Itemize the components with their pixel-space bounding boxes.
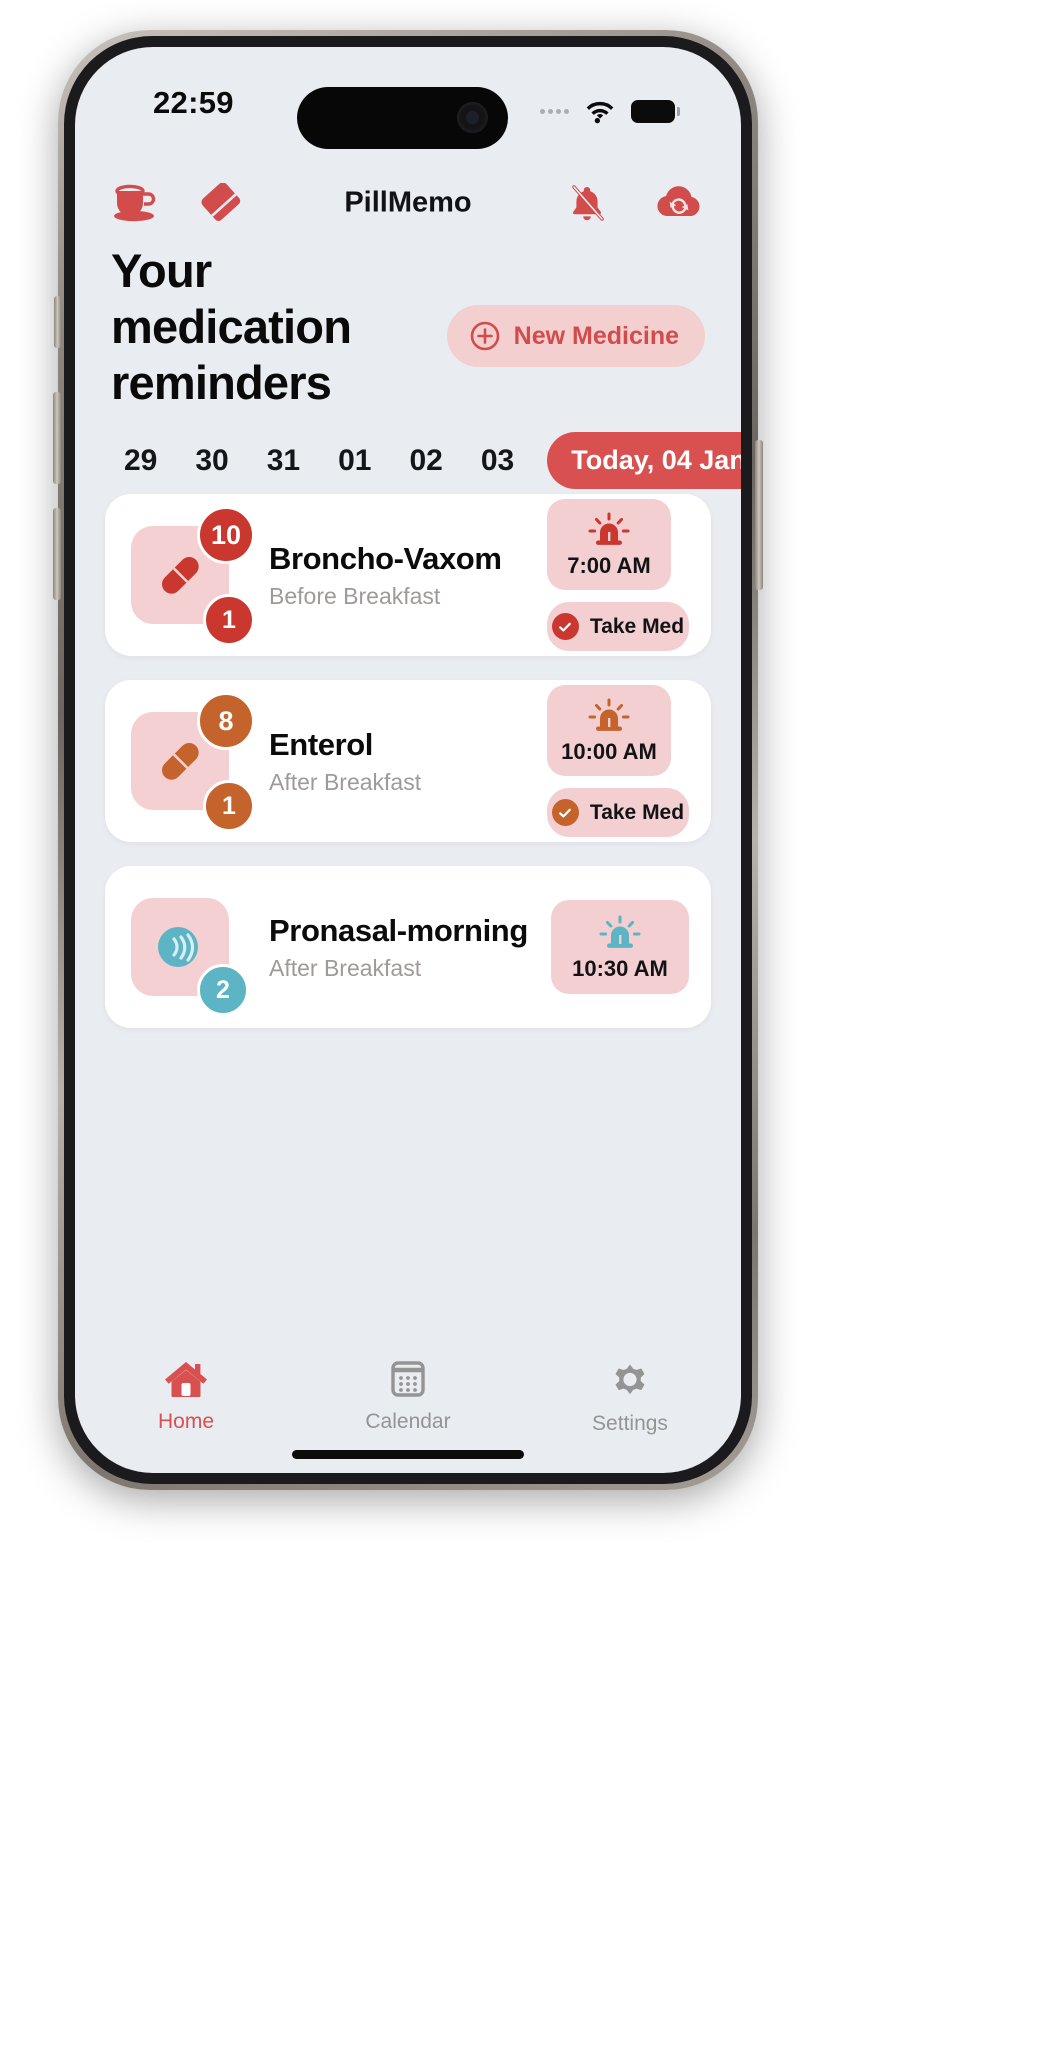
check-circle-icon	[551, 613, 579, 640]
signal-dots-icon	[540, 109, 569, 114]
date-option-today[interactable]: Today, 04 Jan	[547, 432, 741, 489]
medication-count-badge: 10	[197, 506, 255, 564]
silence-switch[interactable]	[54, 296, 61, 348]
battery-icon	[631, 100, 680, 123]
power-button[interactable]	[755, 440, 763, 590]
new-medicine-button[interactable]: New Medicine	[446, 305, 705, 367]
medication-thumbnail: 2	[131, 898, 249, 1016]
status-bar: 22:59	[75, 47, 741, 167]
date-strip: 29 30 31 01 02 03 Today, 04 Jan	[75, 432, 741, 489]
phone-screen: 22:59 PillMemo Your medication reminders…	[75, 47, 741, 1473]
medication-dose-badge: 2	[197, 964, 249, 1016]
take-med-label: Take Med	[589, 800, 685, 824]
medication-time: 10:30 AM	[572, 956, 668, 981]
medication-dose-badge: 1	[203, 780, 255, 832]
medication-name: Broncho-Vaxom	[269, 540, 502, 576]
gear-icon	[615, 1364, 645, 1395]
medication-schedule: Before Breakfast	[269, 582, 441, 609]
medication-dose-badge: 1	[203, 594, 255, 646]
nav-item-home[interactable]: Home	[111, 1357, 261, 1434]
page-title: Your medication reminders	[111, 244, 352, 409]
medication-schedule: After Breakfast	[269, 768, 422, 795]
take-med-button[interactable]: Take Med	[547, 788, 689, 837]
status-bar-clock: 22:59	[153, 85, 234, 120]
coffee-cup-icon[interactable]	[111, 183, 159, 223]
home-indicator[interactable]	[292, 1450, 524, 1459]
check-circle-icon	[551, 799, 579, 826]
medication-thumbnail: 8 1	[131, 692, 255, 832]
nav-label-calendar: Calendar	[365, 1410, 451, 1433]
new-medicine-label: New Medicine	[513, 321, 679, 350]
medication-time-box[interactable]: 10:00 AM	[547, 685, 671, 776]
medication-actions: 7:00 AM Take Med	[547, 499, 689, 651]
date-option[interactable]: 03	[462, 444, 533, 478]
nav-label-home: Home	[157, 1410, 215, 1433]
alarm-siren-icon	[588, 698, 630, 731]
dynamic-island	[297, 87, 508, 149]
medication-info: Pronasal-morning After Breakfast	[269, 913, 551, 982]
calendar-icon	[391, 1361, 425, 1397]
eraser-icon[interactable]	[199, 183, 245, 223]
medication-name: Enterol	[269, 726, 373, 762]
medication-count-badge: 8	[197, 692, 255, 750]
status-bar-indicators	[540, 99, 680, 124]
medication-time-box[interactable]: 7:00 AM	[547, 499, 671, 590]
medication-time: 7:00 AM	[567, 553, 651, 578]
front-camera-icon	[457, 102, 488, 133]
app-bar-right-actions	[565, 181, 705, 225]
medication-card[interactable]: 8 1 Enterol After Breakfast 10:00 AM Tak…	[105, 680, 711, 842]
take-med-label: Take Med	[589, 614, 685, 638]
medication-schedule: After Breakfast	[269, 954, 422, 981]
wifi-icon	[586, 101, 614, 124]
date-option[interactable]: 30	[176, 444, 247, 478]
medication-time: 10:00 AM	[561, 739, 657, 764]
nav-item-settings[interactable]: Settings	[555, 1357, 705, 1436]
date-option[interactable]: 31	[248, 444, 319, 478]
app-bar-left-actions	[111, 183, 245, 223]
medication-actions: 10:30 AM	[551, 900, 689, 994]
date-option[interactable]: 02	[391, 444, 462, 478]
nav-label-settings: Settings	[592, 1412, 668, 1435]
medication-card[interactable]: 10 1 Broncho-Vaxom Before Breakfast 7:00…	[105, 494, 711, 656]
medication-thumbnail: 10 1	[131, 506, 255, 646]
nav-item-calendar[interactable]: Calendar	[333, 1357, 483, 1434]
bell-slash-icon[interactable]	[565, 181, 609, 225]
medication-info: Broncho-Vaxom Before Breakfast	[269, 541, 547, 610]
medication-actions: 10:00 AM Take Med	[547, 685, 689, 837]
nasal-spray-waves-icon	[158, 927, 198, 967]
date-option[interactable]: 01	[319, 444, 390, 478]
medication-time-box[interactable]: 10:30 AM	[551, 900, 689, 994]
medication-card[interactable]: 2 Pronasal-morning After Breakfast 10:30…	[105, 866, 711, 1028]
app-bar: PillMemo	[75, 169, 741, 237]
medication-list: 10 1 Broncho-Vaxom Before Breakfast 7:00…	[75, 494, 741, 1052]
volume-down-button[interactable]	[53, 508, 61, 600]
home-icon	[165, 1362, 207, 1397]
page-header: Your medication reminders New Medicine	[75, 243, 741, 411]
cloud-sync-icon[interactable]	[653, 182, 705, 224]
take-med-button[interactable]: Take Med	[547, 602, 689, 651]
medication-info: Enterol After Breakfast	[269, 727, 547, 796]
volume-up-button[interactable]	[53, 392, 61, 484]
date-option[interactable]: 29	[105, 444, 176, 478]
alarm-siren-icon	[588, 512, 630, 545]
alarm-siren-icon	[599, 915, 641, 948]
screenshot-root: 22:59 PillMemo Your medication reminders…	[0, 0, 1045, 2048]
medication-name: Pronasal-morning	[269, 912, 528, 948]
plus-circle-icon	[470, 321, 499, 351]
